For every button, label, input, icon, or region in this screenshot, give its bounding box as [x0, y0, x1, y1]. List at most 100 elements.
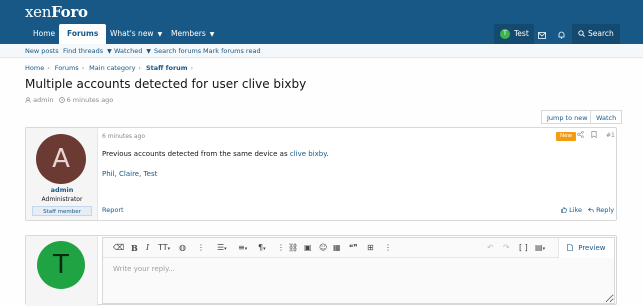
subnav-mark-forums-read[interactable]: Mark forums read [203, 44, 261, 58]
italic-icon[interactable]: I [146, 238, 149, 258]
post-number[interactable]: #1 [606, 132, 615, 139]
document-icon [567, 244, 578, 252]
media-icon[interactable]: ▦ [333, 238, 341, 258]
subnav-label: New posts [25, 47, 59, 55]
quick-reply: T ⌫ B I TT▾ ◍ ⋮ ☰▾ ≡▾ ¶▾ ⋮ ⛓ ▣ ☺ ▦ ❝❞ ⊞ … [25, 235, 617, 306]
chevron-right-icon: › [138, 65, 141, 72]
subnav-label: Mark forums read [203, 47, 261, 55]
site-logo[interactable]: xenForo [25, 3, 88, 21]
subnav-label: Watched [114, 47, 143, 55]
image-icon[interactable]: ▣ [304, 238, 312, 258]
preview-label: Preview [578, 244, 606, 252]
bbcode-toggle-icon[interactable]: [ ] [519, 238, 528, 258]
thread-meta: admin 6 minutes ago [25, 96, 113, 104]
reply-icon [588, 206, 596, 214]
smiley-icon[interactable]: ☺ [319, 238, 327, 258]
nav-tab-members[interactable]: Members ▼ [163, 24, 222, 44]
avatar[interactable]: T [37, 241, 85, 289]
thread-author[interactable]: admin [33, 96, 53, 104]
drafts-icon[interactable]: ▤▾ [535, 238, 545, 258]
post-body: Previous accounts detected from the same… [102, 150, 329, 158]
breadcrumb-item[interactable]: Staff forum [146, 64, 188, 72]
report-link[interactable]: Report [102, 206, 124, 214]
quote-icon[interactable]: ❝❞ [349, 238, 358, 258]
nav-tab-home[interactable]: Home [25, 24, 63, 44]
more-options-icon[interactable]: ⋮ [384, 238, 392, 258]
search-button[interactable]: Search [572, 24, 620, 44]
subnav-new-posts[interactable]: New posts [25, 44, 59, 58]
reply-input[interactable] [103, 259, 614, 303]
subnav-search-forums[interactable]: Search forums [154, 44, 201, 58]
post-card: A admin Administrator Staff member 6 min… [25, 127, 617, 221]
bookmark-icon[interactable] [591, 131, 597, 140]
watch-button[interactable]: Watch [590, 110, 623, 124]
chevron-down-icon: ▼ [107, 48, 112, 55]
sub-nav: New posts Find threads ▼ Watched ▼ Search … [0, 44, 643, 58]
nav-tab-label: Forums [67, 29, 99, 38]
chevron-down-icon: ▼ [146, 48, 151, 55]
nav-tab-label: What's new [110, 29, 154, 38]
post-time[interactable]: 6 minutes ago [102, 133, 145, 140]
breadcrumb-item[interactable]: Home [25, 64, 44, 72]
undo-icon[interactable]: ↶ [487, 238, 494, 258]
bell-icon[interactable] [551, 24, 571, 44]
align-icon[interactable]: ≡▾ [238, 238, 247, 258]
reply-button[interactable]: Reply [588, 206, 614, 214]
redo-icon[interactable]: ↷ [503, 238, 510, 258]
clock-icon [58, 96, 67, 104]
chevron-right-icon: › [190, 65, 193, 72]
post-username[interactable]: admin [26, 186, 98, 194]
main-nav: Home Forums What's new ▼ Members ▼ T Test S… [0, 24, 643, 44]
user-icon [25, 96, 33, 104]
bold-icon[interactable]: B [131, 238, 138, 258]
reply-editor: ⌫ B I TT▾ ◍ ⋮ ☰▾ ≡▾ ¶▾ ⋮ ⛓ ▣ ☺ ▦ ❝❞ ⊞ ⋮ … [102, 237, 615, 304]
post-user-panel: A admin Administrator Staff member [26, 128, 98, 220]
related-accounts-links[interactable]: Phil, Claire, Test [102, 170, 157, 178]
thumbs-up-icon [561, 206, 569, 214]
avatar[interactable]: A [36, 134, 86, 184]
more-options-icon[interactable]: ⋮ [277, 238, 285, 258]
post-body-text: Previous accounts detected from the same… [102, 150, 290, 158]
chevron-right-icon: › [47, 65, 50, 72]
list-icon[interactable]: ☰▾ [217, 238, 227, 258]
reply-label: Reply [596, 206, 615, 214]
user-title: Administrator [41, 196, 83, 203]
paragraph-icon[interactable]: ¶▾ [258, 238, 266, 258]
logo-text-bold: Foro [51, 3, 88, 21]
like-button[interactable]: Like [561, 206, 582, 214]
nav-tab-forums[interactable]: Forums [59, 24, 107, 44]
table-icon[interactable]: ⊞ [367, 238, 374, 258]
staff-banner: Staff member [32, 206, 92, 216]
search-icon [578, 29, 588, 38]
chevron-right-icon: › [81, 65, 85, 72]
breadcrumb-item[interactable]: Forums [55, 64, 79, 72]
subnav-label: Find threads [63, 47, 104, 55]
reply-user-panel: T [26, 236, 98, 306]
new-badge: New [556, 132, 576, 141]
page-title: Multiple accounts detected for user cliv… [25, 77, 307, 91]
subnav-watched[interactable]: Watched ▼ [114, 44, 151, 58]
thread-time[interactable]: 6 minutes ago [67, 96, 114, 104]
link-icon[interactable]: ⛓ [288, 238, 298, 258]
user-avatar-small: T [500, 29, 510, 39]
nav-tab-whats-new[interactable]: What's new ▼ [102, 24, 170, 44]
nav-tab-label: Home [33, 29, 56, 38]
more-options-icon[interactable]: ⋮ [197, 238, 205, 258]
like-label: Like [569, 206, 583, 214]
subnav-label: Search forums [154, 47, 202, 55]
font-size-icon[interactable]: TT▾ [158, 238, 170, 258]
palette-icon[interactable]: ◍ [179, 238, 186, 258]
eraser-icon[interactable]: ⌫ [113, 238, 124, 258]
inbox-icon[interactable] [532, 24, 552, 44]
user-mention-link[interactable]: clive bixby [290, 150, 327, 158]
logo-text: xen [25, 3, 52, 21]
breadcrumb: Home › Forums › Main category › Staff forum… [25, 64, 196, 72]
post-body-text: . [326, 150, 329, 158]
preview-button[interactable]: Preview [558, 238, 614, 258]
editor-toolbar: ⌫ B I TT▾ ◍ ⋮ ☰▾ ≡▾ ¶▾ ⋮ ⛓ ▣ ☺ ▦ ❝❞ ⊞ ⋮ … [103, 238, 614, 258]
account-menu[interactable]: T Test [494, 24, 534, 44]
subnav-find-threads[interactable]: Find threads ▼ [63, 44, 112, 58]
breadcrumb-item[interactable]: Main category [89, 64, 135, 72]
jump-to-new-button[interactable]: Jump to new [541, 110, 594, 124]
share-icon[interactable] [577, 131, 584, 140]
